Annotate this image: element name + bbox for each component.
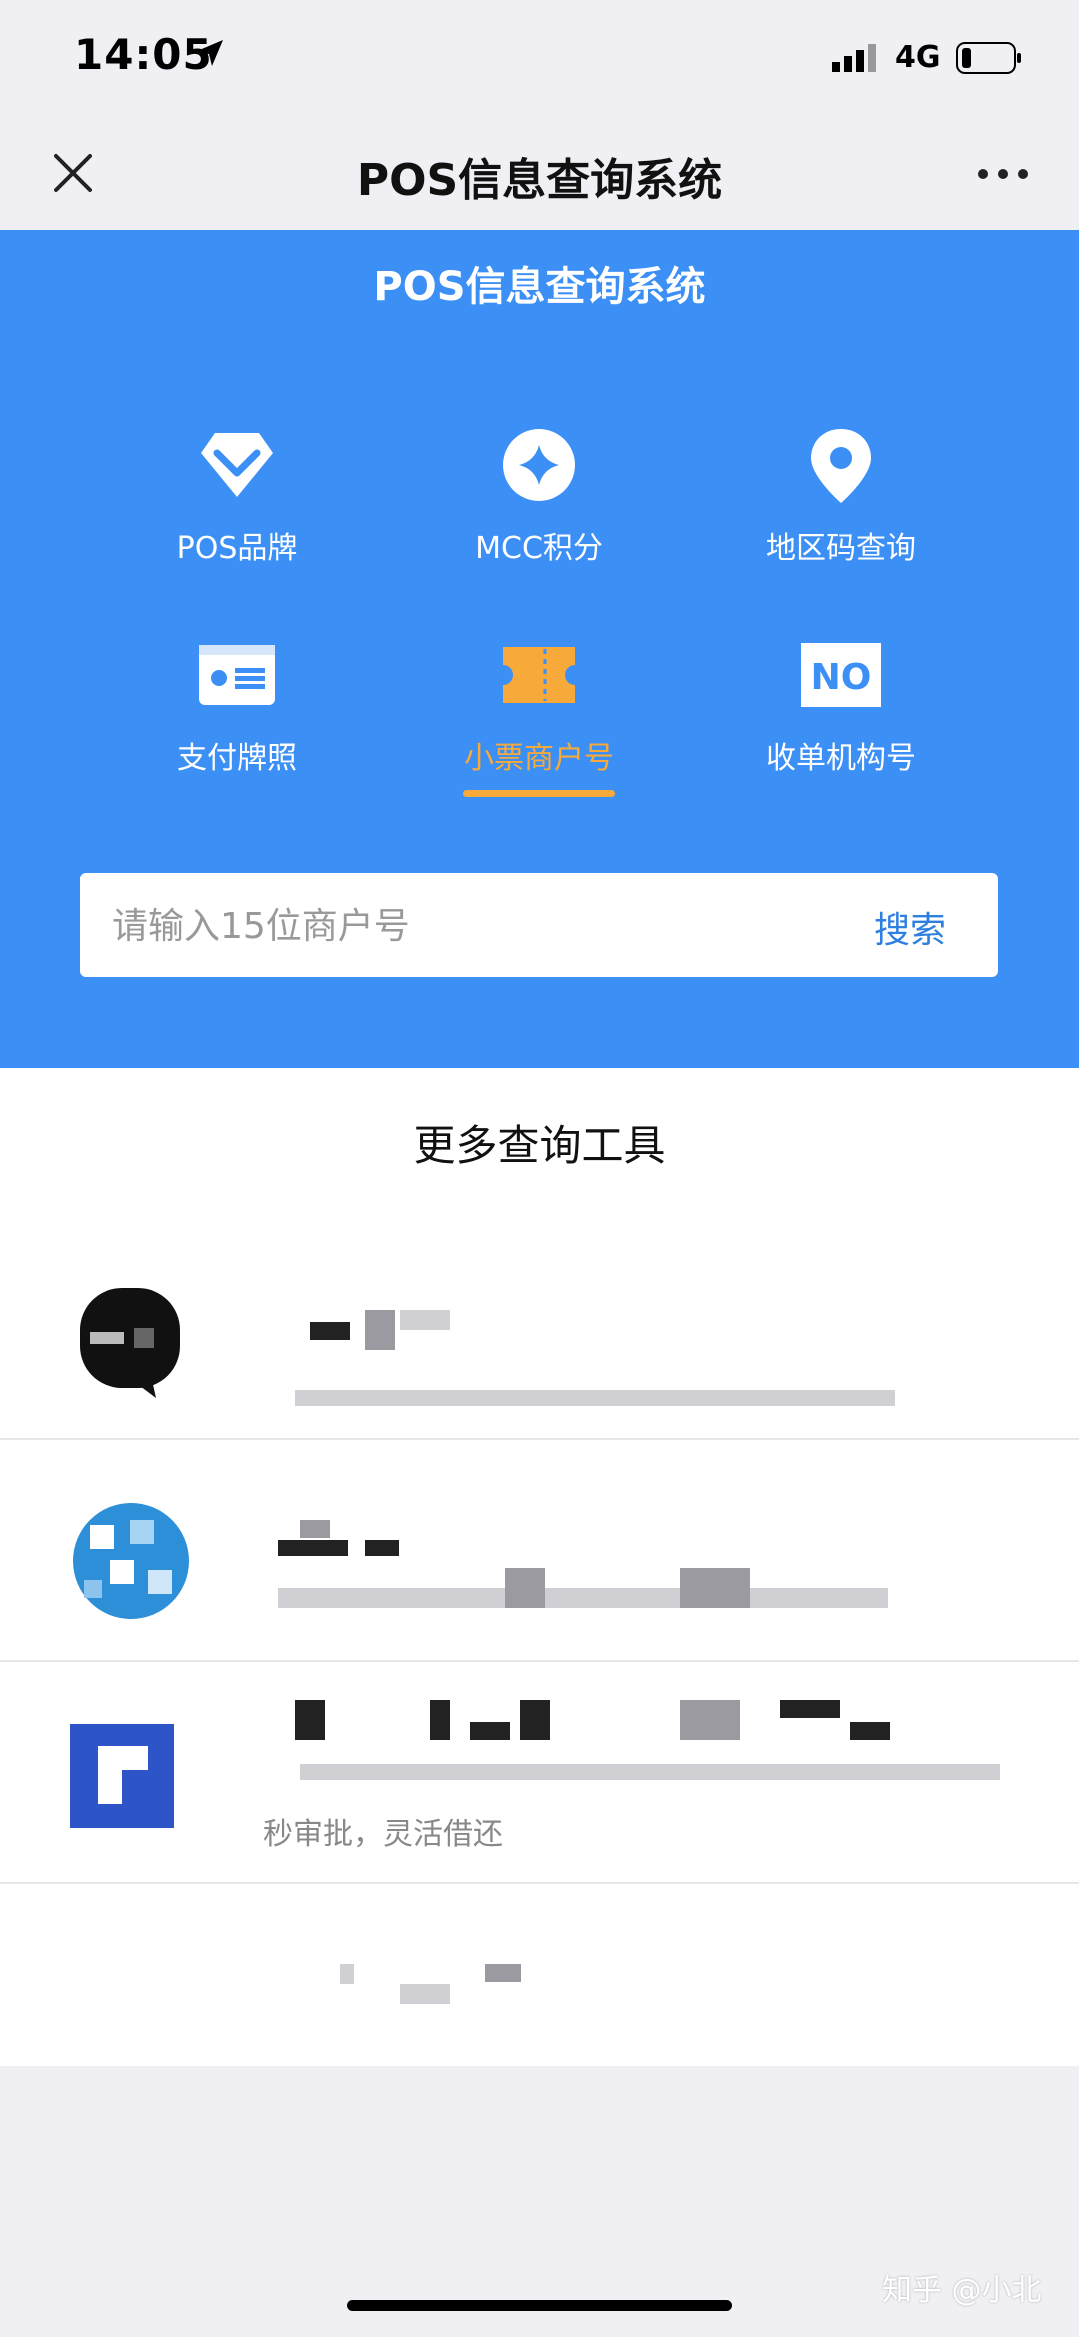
hero-section: POS信息查询系统 POS品牌 MCC积分 地区码查询 支付牌照 小票商户号 N… <box>0 230 1079 1068</box>
list-item[interactable] <box>0 1218 1079 1440</box>
active-tab-indicator <box>463 790 615 797</box>
network-type: 4G <box>895 40 941 75</box>
battery-icon <box>956 42 1021 74</box>
pixelated-text <box>365 1310 395 1350</box>
watermark: 知乎 @小北 <box>882 2273 1042 2308</box>
search-button[interactable]: 搜索 <box>874 901 946 953</box>
pixelated-text <box>310 1322 350 1340</box>
tool-label: POS品牌 <box>176 531 298 566</box>
pixelated-text <box>295 1390 895 1406</box>
nav-title: POS信息查询系统 <box>356 155 723 206</box>
tool-receipt-merchant-id[interactable]: 小票商户号 <box>409 635 669 777</box>
ticket-icon <box>503 647 575 703</box>
pixelated-text <box>680 1568 750 1608</box>
search-box: 搜索 <box>80 873 998 979</box>
tool-label: MCC积分 <box>475 531 603 566</box>
diamond-icon <box>201 433 273 497</box>
pixelated-text <box>680 1700 740 1740</box>
home-indicator[interactable] <box>347 2300 732 2311</box>
merchant-id-input[interactable] <box>110 873 814 979</box>
pixelated-text <box>300 1520 330 1538</box>
more-icon[interactable] <box>975 162 1031 186</box>
pixelated-text <box>430 1700 450 1740</box>
pixelated-text <box>300 1764 1000 1780</box>
pixelated-text <box>295 1700 325 1740</box>
pixelated-text <box>365 1540 399 1556</box>
pixelated-text <box>505 1568 545 1608</box>
pixelated-text <box>278 1540 348 1556</box>
app-logo-icon <box>70 1724 174 1828</box>
app-logo-icon <box>80 1288 180 1398</box>
status-time: 14:05 <box>74 30 213 79</box>
pixelated-text <box>400 1984 450 2004</box>
pixelated-text <box>278 1588 888 1608</box>
pixelated-text <box>520 1700 550 1740</box>
status-bar: 14:05 4G <box>0 0 1079 120</box>
list-item[interactable] <box>0 1440 1079 1662</box>
pixelated-text <box>780 1700 840 1718</box>
tool-area-code[interactable]: 地区码查询 <box>711 425 971 567</box>
location-arrow-icon <box>197 40 223 66</box>
section-title: 更多查询工具 <box>413 1121 666 1170</box>
list-item[interactable]: 秒审批，灵活借还 <box>0 1662 1079 1884</box>
location-pin-icon <box>811 429 871 503</box>
tool-pos-brand[interactable]: POS品牌 <box>107 425 367 567</box>
pixelated-text <box>470 1722 510 1740</box>
signal-icon <box>832 44 876 72</box>
tool-payment-license[interactable]: 支付牌照 <box>107 635 367 777</box>
no-badge-text: NO <box>811 657 872 698</box>
mcc-icon <box>503 429 575 501</box>
no-badge-icon: NO <box>801 643 881 707</box>
list-item-subtitle: 秒审批，灵活借还 <box>263 1817 503 1852</box>
hero-title: POS信息查询系统 <box>373 264 706 310</box>
tool-label: 小票商户号 <box>464 741 614 776</box>
pixelated-text <box>340 1964 354 1984</box>
license-card-icon <box>199 645 275 705</box>
list-item[interactable] <box>0 1884 1079 2064</box>
app-logo-icon <box>73 1503 189 1619</box>
tool-label: 地区码查询 <box>766 531 916 566</box>
pixelated-text <box>485 1964 521 1982</box>
tool-label: 收单机构号 <box>766 741 916 776</box>
nav-bar: POS信息查询系统 <box>0 120 1079 230</box>
pixelated-text <box>400 1310 450 1330</box>
tool-mcc-points[interactable]: MCC积分 <box>409 425 669 567</box>
tool-label: 支付牌照 <box>177 741 297 776</box>
pixelated-text <box>850 1722 890 1740</box>
more-tools-section: 更多查询工具 秒审批，灵活借还 <box>0 1068 1079 2066</box>
tool-acquirer-id[interactable]: NO 收单机构号 <box>711 635 971 777</box>
